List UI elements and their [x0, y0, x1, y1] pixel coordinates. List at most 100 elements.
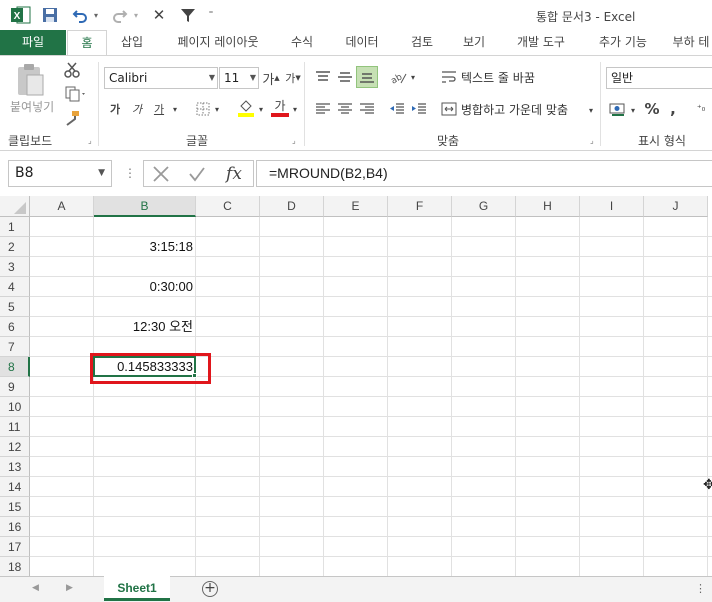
sheet-tab-sheet1[interactable]: Sheet1	[104, 576, 170, 601]
comma-button[interactable]: ,	[666, 98, 680, 120]
tab-formulas[interactable]: 수식	[282, 30, 322, 55]
font-color-dropdown-icon[interactable]: ▾	[290, 99, 300, 119]
align-middle-icon[interactable]	[334, 66, 356, 88]
enter-check-icon[interactable]	[186, 164, 208, 184]
column-header-b[interactable]: B	[94, 196, 196, 217]
row-header-14[interactable]: 14	[0, 477, 30, 497]
tab-load-test[interactable]: 부하 테	[670, 30, 712, 55]
row-header-10[interactable]: 10	[0, 397, 30, 417]
wrap-text-icon[interactable]	[440, 68, 458, 86]
column-header-e[interactable]: E	[324, 196, 388, 217]
row-header-15[interactable]: 15	[0, 497, 30, 517]
row-header-12[interactable]: 12	[0, 437, 30, 457]
tab-review[interactable]: 검토	[402, 30, 442, 55]
row-header-11[interactable]: 11	[0, 417, 30, 437]
row-header-8[interactable]: 8	[0, 357, 30, 377]
column-header-c[interactable]: C	[196, 196, 260, 217]
redo-icon[interactable]	[110, 5, 130, 25]
italic-button[interactable]: 가	[128, 99, 146, 119]
paste-icon[interactable]	[10, 62, 50, 98]
column-header-g[interactable]: G	[452, 196, 516, 217]
row-header-6[interactable]: 6	[0, 317, 30, 337]
cell-b6[interactable]: 12:30 오전	[94, 317, 196, 337]
accounting-dropdown-icon[interactable]: ▾	[628, 100, 638, 120]
font-color-button[interactable]: 가	[270, 97, 290, 119]
clipboard-launcher-icon[interactable]: ⌟	[88, 136, 92, 145]
undo-dropdown-icon[interactable]: ▾	[92, 5, 100, 25]
row-header-2[interactable]: 2	[0, 237, 30, 257]
increase-decimal-icon[interactable]: ⁺₀	[690, 98, 712, 120]
fill-color-icon[interactable]	[236, 97, 256, 119]
row-header-17[interactable]: 17	[0, 537, 30, 557]
row-header-18[interactable]: 18	[0, 557, 30, 576]
column-header-i[interactable]: I	[580, 196, 644, 217]
borders-icon[interactable]	[194, 99, 212, 119]
merge-center-icon[interactable]	[440, 100, 458, 118]
column-header-h[interactable]: H	[516, 196, 580, 217]
tab-file[interactable]: 파일	[0, 30, 66, 55]
undo-icon[interactable]	[70, 5, 90, 25]
copy-icon[interactable]	[62, 84, 90, 104]
tab-data[interactable]: 데이터	[336, 30, 388, 55]
shrink-font-button[interactable]: 가 ▼	[284, 68, 302, 88]
row-header-1[interactable]: 1	[0, 217, 30, 237]
filter-icon[interactable]	[178, 5, 198, 25]
bold-button[interactable]: 가	[106, 99, 124, 119]
row-header-4[interactable]: 4	[0, 277, 30, 297]
number-format-combo[interactable]: 일반	[606, 67, 712, 89]
row-header-9[interactable]: 9	[0, 377, 30, 397]
align-center-icon[interactable]	[334, 98, 356, 120]
row-header-16[interactable]: 16	[0, 517, 30, 537]
align-right-icon[interactable]	[356, 98, 378, 120]
cell-b4[interactable]: 0:30:00	[94, 277, 196, 297]
customize-toolbar-icon[interactable]: ⁼	[206, 5, 216, 25]
align-top-icon[interactable]	[312, 66, 334, 88]
column-header-j[interactable]: J	[644, 196, 708, 217]
underline-button[interactable]: 가	[150, 99, 168, 119]
cell-b2[interactable]: 3:15:18	[94, 237, 196, 257]
cancel-icon[interactable]	[150, 164, 172, 184]
tab-view[interactable]: 보기	[454, 30, 494, 55]
name-box[interactable]: B8 ▼	[8, 160, 112, 187]
font-name-combo[interactable]: Calibri ▼	[104, 67, 218, 89]
scroll-right-icon[interactable]: ▶	[66, 583, 73, 593]
align-bottom-icon[interactable]	[356, 66, 378, 88]
insert-function-button[interactable]: fx	[222, 163, 246, 185]
format-painter-icon[interactable]	[62, 108, 82, 128]
row-header-13[interactable]: 13	[0, 457, 30, 477]
borders-dropdown-icon[interactable]: ▾	[212, 99, 222, 119]
orientation-dropdown-icon[interactable]: ▾	[408, 66, 418, 88]
grow-font-button[interactable]: 가 ▲	[262, 68, 280, 88]
more-options-icon[interactable]: ⋮	[695, 582, 706, 595]
fill-color-dropdown-icon[interactable]: ▾	[256, 99, 266, 119]
add-sheet-icon[interactable]: +	[202, 581, 218, 597]
row-header-5[interactable]: 5	[0, 297, 30, 317]
tab-home[interactable]: 홈	[67, 30, 107, 56]
cut-icon[interactable]	[62, 60, 82, 80]
row-header-3[interactable]: 3	[0, 257, 30, 277]
tab-developer[interactable]: 개발 도구	[506, 30, 576, 55]
row-header-7[interactable]: 7	[0, 337, 30, 357]
column-header-a[interactable]: A	[30, 196, 94, 217]
align-left-icon[interactable]	[312, 98, 334, 120]
column-header-f[interactable]: F	[388, 196, 452, 217]
wrap-text-button[interactable]: 텍스트 줄 바꿈	[461, 69, 535, 86]
paste-button[interactable]: 붙여넣기	[10, 98, 54, 115]
select-all-corner[interactable]	[0, 196, 30, 217]
column-header-d[interactable]: D	[260, 196, 324, 217]
font-size-combo[interactable]: 11 ▼	[219, 67, 259, 89]
tab-addins[interactable]: 추가 기능	[588, 30, 658, 55]
font-launcher-icon[interactable]: ⌟	[292, 136, 296, 145]
tab-insert[interactable]: 삽입	[112, 30, 152, 55]
more-options-icon[interactable]: ⋮	[124, 166, 136, 180]
accounting-format-icon[interactable]	[608, 98, 628, 120]
redo-dropdown-icon[interactable]: ▾	[132, 5, 140, 25]
save-icon[interactable]	[40, 5, 60, 25]
merge-center-button[interactable]: 병합하고 가운데 맞춤	[461, 101, 568, 118]
tab-page-layout[interactable]: 페이지 레이아웃	[166, 30, 270, 55]
formula-input[interactable]: =MROUND(B2,B4)	[256, 160, 712, 187]
underline-dropdown-icon[interactable]: ▾	[170, 99, 180, 119]
scroll-left-icon[interactable]: ◀	[32, 583, 39, 593]
alignment-launcher-icon[interactable]: ⌟	[590, 136, 594, 145]
decrease-indent-icon[interactable]	[386, 98, 408, 120]
